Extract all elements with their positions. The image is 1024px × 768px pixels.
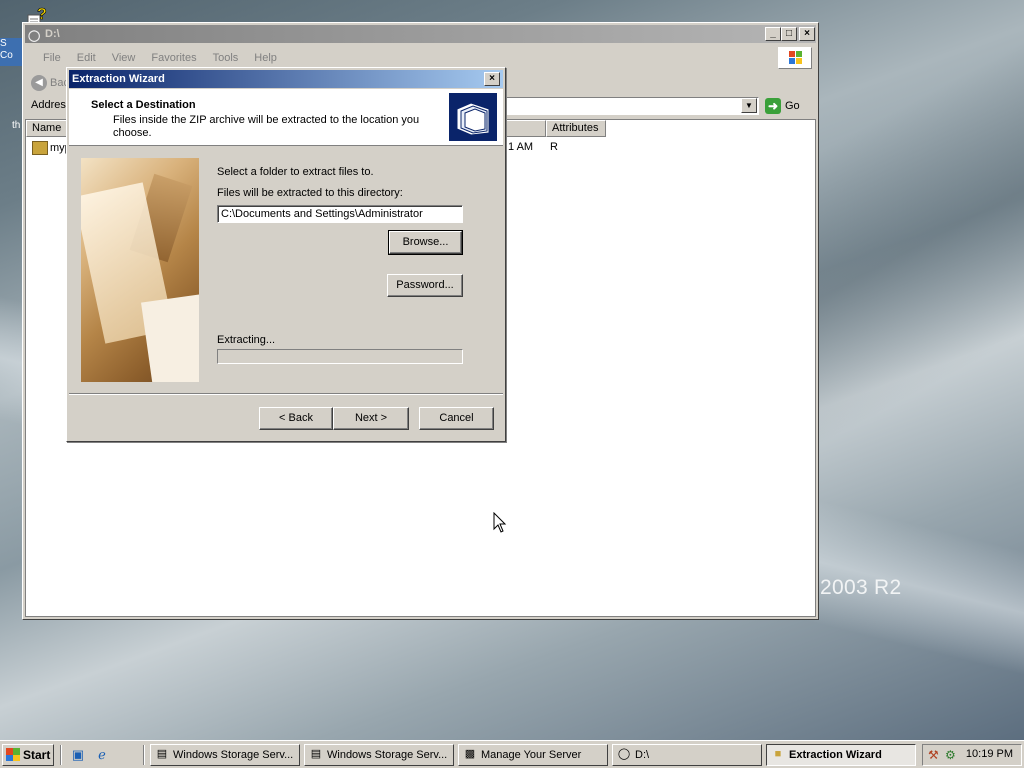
wizard-header-title: Select a Destination: [91, 99, 196, 111]
menu-tools[interactable]: Tools: [205, 52, 247, 64]
back-arrow-icon: ◀: [31, 75, 47, 91]
task-drive-d[interactable]: ◯ D:\: [612, 744, 762, 766]
task-label: D:\: [635, 749, 650, 761]
list-item[interactable]: myp: [32, 141, 71, 155]
close-button[interactable]: ×: [799, 27, 815, 41]
task-extraction-wizard[interactable]: ■ Extraction Wizard: [766, 744, 916, 766]
zip-file-icon: [32, 141, 48, 155]
select-folder-label: Select a folder to extract files to.: [217, 166, 374, 178]
task-label: Windows Storage Serv...: [173, 749, 294, 761]
menu-favorites[interactable]: Favorites: [143, 52, 204, 64]
desktop-brand-text: 2003 R2: [820, 576, 902, 599]
show-desktop-icon[interactable]: ▣: [70, 747, 86, 763]
minimize-button[interactable]: _: [765, 27, 781, 41]
compressed-folders-icon: [449, 93, 497, 141]
directory-input[interactable]: [217, 205, 463, 223]
task-label: Windows Storage Serv...: [327, 749, 448, 761]
desktop-side-label: S Co: [0, 38, 22, 66]
wizard-header-subtitle: Files inside the ZIP archive will be ext…: [113, 114, 420, 139]
mouse-cursor-icon: [493, 512, 507, 533]
wizard-separator: [69, 393, 503, 395]
extracting-label: Extracting...: [217, 334, 276, 346]
wizard-close-button[interactable]: ×: [484, 72, 500, 86]
wizard-title-bar[interactable]: Extraction Wizard ×: [69, 70, 503, 88]
next-button[interactable]: Next >: [333, 407, 409, 430]
taskbar-separator-2: [143, 745, 145, 765]
menu-file[interactable]: File: [35, 52, 69, 64]
start-button[interactable]: Start: [2, 744, 54, 766]
cancel-button[interactable]: Cancel: [419, 407, 494, 430]
menu-help[interactable]: Help: [246, 52, 285, 64]
drive-icon: ◯: [28, 30, 41, 42]
file-modified: 1 AM: [508, 141, 534, 153]
task-storage-server-2[interactable]: ▤ Windows Storage Serv...: [304, 744, 454, 766]
column-header-attributes[interactable]: Attributes: [546, 120, 606, 137]
windows-flag-icon: [6, 748, 20, 761]
go-arrow-icon: ➜: [765, 98, 781, 114]
explorer-title: D:\: [45, 28, 60, 40]
column-header-modified[interactable]: [506, 120, 546, 137]
drive-icon: ◯: [617, 748, 631, 760]
extraction-wizard-dialog: Extraction Wizard × Select a Destination…: [66, 67, 506, 442]
task-label: Manage Your Server: [481, 749, 582, 761]
server-icon: ▩: [464, 748, 476, 760]
folder-icon: ■: [774, 748, 782, 760]
back-button-wizard[interactable]: < Back: [259, 407, 333, 430]
windows-logo-icon: [778, 47, 812, 69]
task-storage-server-1[interactable]: ▤ Windows Storage Serv...: [150, 744, 300, 766]
taskbar: Start ▣ ℯ ▤ Windows Storage Serv... ▤ Wi…: [0, 740, 1024, 768]
tray-network-icon[interactable]: ⚙: [945, 748, 956, 762]
wizard-title: Extraction Wizard: [72, 73, 165, 85]
tray-tools-icon[interactable]: ⚒: [928, 748, 939, 762]
desktop-side-label-2: th: [12, 120, 21, 131]
maximize-button[interactable]: □: [781, 27, 797, 41]
address-input[interactable]: [505, 97, 759, 115]
directory-label: Files will be extracted to this director…: [217, 187, 403, 199]
task-manage-your-server[interactable]: ▩ Manage Your Server: [458, 744, 608, 766]
password-button[interactable]: Password...: [387, 274, 463, 297]
go-button[interactable]: ➜ Go: [765, 97, 809, 115]
browse-button[interactable]: Browse...: [388, 230, 463, 255]
menu-edit[interactable]: Edit: [69, 52, 104, 64]
svg-text:?: ?: [37, 6, 47, 23]
internet-explorer-icon[interactable]: ℯ: [94, 747, 110, 763]
go-label: Go: [785, 100, 800, 112]
start-label: Start: [23, 748, 51, 762]
menu-view[interactable]: View: [104, 52, 144, 64]
window-icon: ▤: [310, 748, 322, 760]
explorer-title-bar[interactable]: ◯ D:\: [25, 25, 816, 43]
window-icon: ▤: [156, 748, 168, 760]
task-label: Extraction Wizard: [789, 749, 882, 761]
file-attributes: R: [550, 141, 558, 153]
wizard-header: Select a Destination Files inside the ZI…: [69, 89, 503, 146]
clock[interactable]: 10:19 PM: [966, 748, 1013, 760]
extraction-progress-bar: [217, 349, 463, 364]
wizard-side-image: [81, 158, 199, 382]
system-tray: ⚒ ⚙ 10:19 PM: [922, 744, 1022, 766]
address-dropdown-icon[interactable]: ▼: [741, 98, 757, 113]
taskbar-separator: [60, 745, 62, 765]
